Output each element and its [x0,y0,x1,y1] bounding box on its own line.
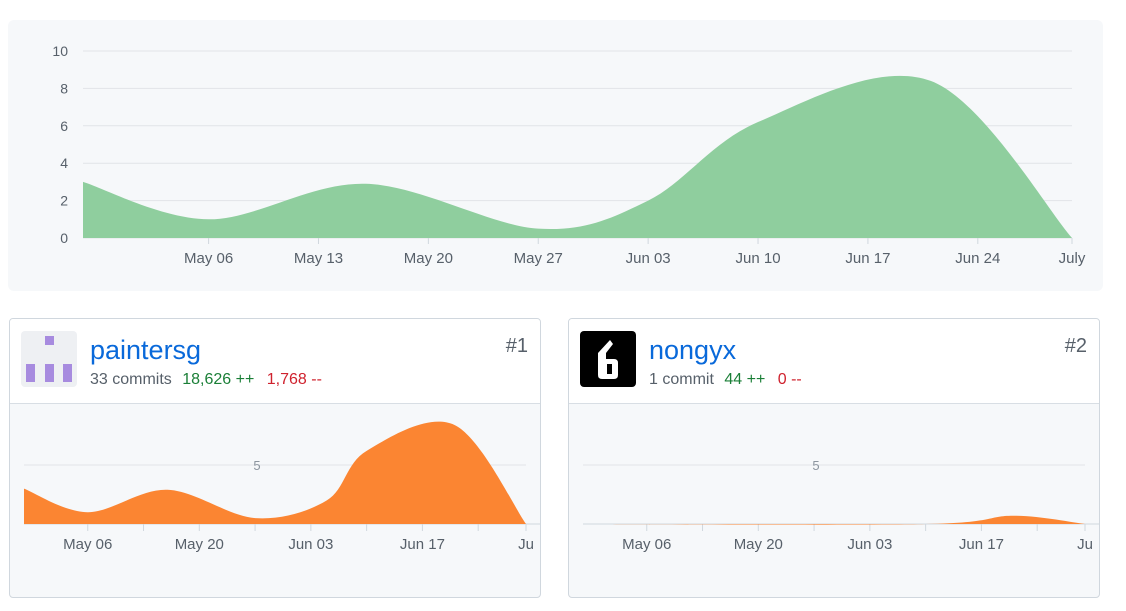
contributor-commits-area-series [24,421,526,524]
x-tick-label: May 06 [622,536,671,553]
commit-count: 33 commits [90,371,172,388]
contributor-rank: #2 [1064,335,1087,357]
x-tick-label: Ju [1077,536,1093,553]
contributor-area-chart: 5 May 06 May 20 Jun 03 Jun 17 Ju [24,421,540,553]
y-tick-label: 0 [60,230,68,246]
x-tick-label: May 13 [294,250,343,267]
avatar[interactable] [21,331,77,387]
x-tick-label: May 27 [514,250,563,267]
y-tick-label: 5 [812,458,819,473]
contributor-rank: #1 [505,335,528,357]
x-tick-label: May 20 [734,536,783,553]
avatar[interactable] [580,331,636,387]
x-tick-label: Jun 03 [626,250,671,267]
x-tick-label: Jun 03 [288,536,333,553]
contributor-stats: 1 commit 44 ++ 0 -- [649,371,802,389]
y-tick-label: 2 [60,193,68,209]
contributor-card-1: paintersg 33 commits 18,626 ++ 1,768 -- … [9,318,541,598]
x-tick-label: Jun 17 [845,250,890,267]
x-tick-label: Jun 17 [959,536,1004,553]
additions-count: 44 ++ [724,371,766,388]
x-tick-label: Jun 10 [736,250,781,267]
deletions-count: 1,768 -- [266,371,322,388]
y-tick-label: 10 [52,43,68,59]
contributions-area-chart: 0 2 4 6 8 10 May 06 May 13 May 20 May 27 Jun 03 Jun… [52,43,1086,267]
six-glyph-avatar-icon [580,331,636,387]
contributor-username-link[interactable]: nongyx [649,335,736,366]
x-tick-label: Jun 03 [847,536,892,553]
x-tick-label: Ju [518,536,534,553]
y-tick-label: 8 [60,80,68,96]
deletions-count: 0 -- [777,371,802,388]
contributor-card-header: paintersg 33 commits 18,626 ++ 1,768 -- … [10,319,540,404]
x-tick-label: Jun 24 [955,250,1000,267]
contributor-area-chart: 5 May 06 May 20 Jun 03 Jun 17 Ju [583,458,1099,553]
contributor-stats: 33 commits 18,626 ++ 1,768 -- [90,371,322,389]
y-tick-label: 6 [60,118,68,134]
x-tick-label: May 20 [175,536,224,553]
y-tick-label: 4 [60,155,68,171]
y-tick-label: 5 [253,458,260,473]
commit-count: 1 commit [649,371,714,388]
commits-area-series [83,75,1072,238]
additions-count: 18,626 ++ [182,371,255,388]
contributor-card-2: nongyx 1 commit 44 ++ 0 -- #2 5 May 06 May… [568,318,1100,598]
x-tick-label: May 06 [63,536,112,553]
x-tick-label: July [1059,250,1086,267]
contributor-card-header: nongyx 1 commit 44 ++ 0 -- #2 [569,319,1099,404]
x-tick-label: May 06 [184,250,233,267]
contributions-chart-panel: 0 2 4 6 8 10 May 06 May 13 May 20 May 27 Jun 03 Jun… [8,20,1103,291]
identicon-avatar-icon [21,331,77,387]
contributor-username-link[interactable]: paintersg [90,335,201,366]
x-tick-label: Jun 17 [400,536,445,553]
contributor-commits-area-series [583,515,1085,525]
x-tick-label: May 20 [404,250,453,267]
